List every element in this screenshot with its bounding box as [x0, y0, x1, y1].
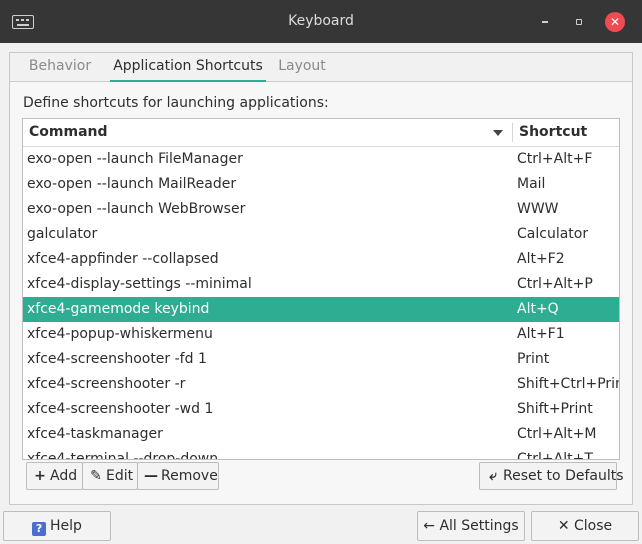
- table-row[interactable]: xfce4-appfinder --collapsed Alt+F2: [23, 247, 619, 272]
- tab-layout[interactable]: Layout: [272, 53, 332, 80]
- shortcut-cell: WWW: [517, 201, 559, 217]
- shortcut-cell: Mail: [517, 176, 546, 192]
- minimize-button[interactable]: [535, 12, 555, 32]
- command-cell: xfce4-terminal --drop-down: [27, 451, 219, 460]
- window-close-button[interactable]: ✕: [605, 12, 625, 32]
- shortcut-cell: Shift+Ctrl+Print: [517, 376, 620, 392]
- remove-button[interactable]: — Remove: [137, 462, 219, 490]
- help-button[interactable]: ? Help: [3, 511, 111, 541]
- table-row[interactable]: xfce4-popup-whiskermenu Alt+F1: [23, 322, 619, 347]
- table-row[interactable]: exo-open --launch MailReader Mail: [23, 172, 619, 197]
- reset-to-defaults-button[interactable]: ⤶ Reset to Defaults: [479, 462, 624, 490]
- shortcut-cell: Calculator: [517, 226, 589, 242]
- shortcut-cell: Ctrl+Alt+P: [517, 276, 593, 292]
- reset-icon: ⤶: [489, 468, 497, 484]
- all-settings-label: All Settings: [439, 518, 519, 534]
- maximize-button[interactable]: [568, 12, 588, 32]
- table-row[interactable]: xfce4-display-settings --minimal Ctrl+Alt…: [23, 272, 619, 297]
- minus-icon: —: [144, 468, 158, 484]
- table-row[interactable]: xfce4-terminal --drop-down Ctrl+Alt+T: [23, 447, 619, 460]
- shortcut-cell: Ctrl+Alt+T: [517, 451, 593, 460]
- command-cell: exo-open --launch FileManager: [27, 151, 243, 167]
- command-cell: exo-open --launch MailReader: [27, 176, 237, 192]
- column-header-command[interactable]: Command: [29, 124, 108, 140]
- arrow-left-icon: ←: [423, 518, 440, 534]
- shortcut-cell: Alt+Q: [517, 301, 559, 317]
- command-cell: xfce4-gamemode keybind: [27, 301, 210, 317]
- shortcut-cell: Shift+Print: [517, 401, 593, 417]
- edit-button[interactable]: ✎ Edit: [82, 462, 138, 490]
- titlebar: Keyboard ✕: [0, 0, 642, 43]
- command-cell: xfce4-screenshooter -fd 1: [27, 351, 207, 367]
- command-cell: exo-open --launch WebBrowser: [27, 201, 246, 217]
- tab-behavior[interactable]: Behavior: [20, 53, 100, 80]
- close-label: Close: [574, 518, 613, 534]
- shortcuts-list[interactable]: Command Shortcut exo-open --launch FileM…: [22, 118, 620, 460]
- reset-label: Reset to Defaults: [503, 468, 624, 484]
- command-cell: galculator: [27, 226, 98, 242]
- column-header-shortcut[interactable]: Shortcut: [519, 124, 587, 140]
- shortcuts-description: Define shortcuts for launching applicati…: [23, 95, 329, 111]
- table-row-selected[interactable]: xfce4-gamemode keybind Alt+Q: [23, 297, 619, 322]
- table-row[interactable]: xfce4-screenshooter -wd 1 Shift+Print: [23, 397, 619, 422]
- settings-notebook: Behavior Application Shortcuts Layout De…: [9, 52, 633, 505]
- shortcut-rows: exo-open --launch FileManager Ctrl+Alt+F …: [23, 147, 619, 460]
- shortcut-cell: Ctrl+Alt+F: [517, 151, 593, 167]
- table-row[interactable]: xfce4-screenshooter -fd 1 Print: [23, 347, 619, 372]
- close-button[interactable]: ✕ Close: [531, 511, 639, 541]
- table-row[interactable]: exo-open --launch FileManager Ctrl+Alt+F: [23, 147, 619, 172]
- sort-descending-icon[interactable]: [493, 130, 503, 136]
- tab-bar: Behavior Application Shortcuts Layout: [10, 53, 632, 82]
- close-icon: ✕: [557, 518, 575, 534]
- command-cell: xfce4-screenshooter -wd 1: [27, 401, 214, 417]
- table-row[interactable]: exo-open --launch WebBrowser WWW: [23, 197, 619, 222]
- table-row[interactable]: galculator Calculator: [23, 222, 619, 247]
- help-icon: ?: [32, 522, 47, 536]
- list-header: Command Shortcut: [23, 119, 619, 147]
- help-label: Help: [50, 518, 82, 534]
- add-button[interactable]: + Add: [26, 462, 83, 490]
- command-cell: xfce4-screenshooter -r: [27, 376, 186, 392]
- remove-label: Remove: [161, 468, 218, 484]
- command-cell: xfce4-popup-whiskermenu: [27, 326, 213, 342]
- command-cell: xfce4-appfinder --collapsed: [27, 251, 219, 267]
- column-separator[interactable]: [512, 123, 513, 142]
- shortcut-cell: Alt+F1: [517, 326, 565, 342]
- pencil-icon: ✎: [90, 468, 102, 484]
- command-cell: xfce4-taskmanager: [27, 426, 163, 442]
- shortcut-cell: Ctrl+Alt+M: [517, 426, 597, 442]
- shortcut-cell: Print: [517, 351, 550, 367]
- tab-application-shortcuts[interactable]: Application Shortcuts: [110, 53, 266, 82]
- plus-icon: +: [34, 468, 46, 484]
- command-cell: xfce4-display-settings --minimal: [27, 276, 252, 292]
- all-settings-button[interactable]: ← All Settings: [417, 511, 525, 541]
- add-label: Add: [50, 468, 78, 484]
- edit-label: Edit: [106, 468, 134, 484]
- table-row[interactable]: xfce4-taskmanager Ctrl+Alt+M: [23, 422, 619, 447]
- shortcut-cell: Alt+F2: [517, 251, 565, 267]
- table-row[interactable]: xfce4-screenshooter -r Shift+Ctrl+Print: [23, 372, 619, 397]
